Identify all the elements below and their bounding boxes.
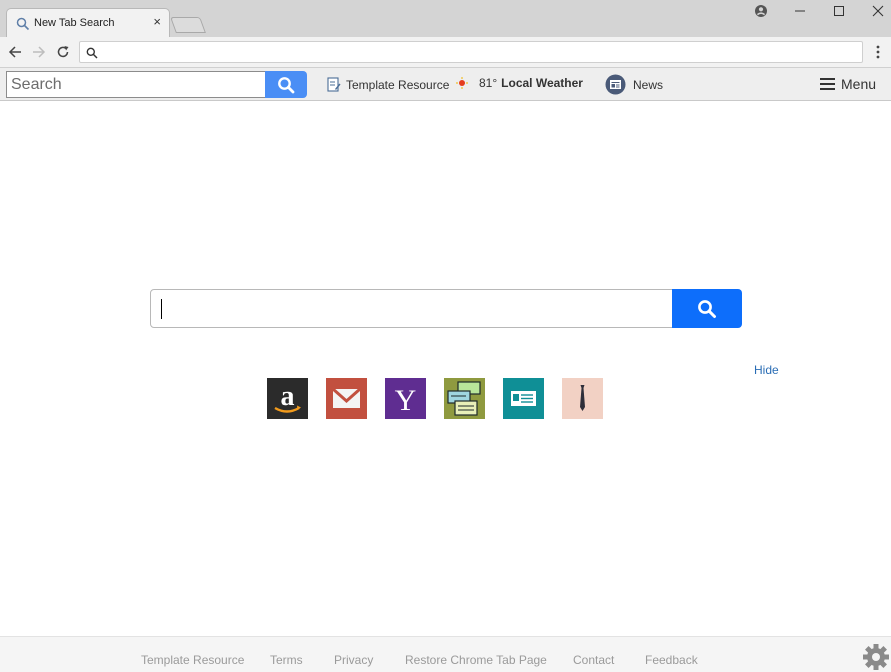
tie-icon [562, 378, 603, 419]
maximize-button[interactable] [829, 2, 849, 20]
search-icon [16, 17, 30, 31]
weather-sun-icon [456, 77, 468, 89]
yahoo-icon: Y [385, 378, 426, 419]
page-footer: Template Resource Terms Privacy Restore … [0, 636, 891, 672]
new-tab-button[interactable] [170, 17, 206, 33]
footer-link-restore-chrome-tab[interactable]: Restore Chrome Tab Page [405, 653, 547, 667]
tile-amazon[interactable]: a [267, 378, 308, 419]
browser-title-bar: New Tab Search × [0, 0, 891, 37]
text-cursor [161, 299, 162, 319]
reload-button[interactable] [54, 43, 72, 61]
menu-label: Menu [841, 76, 877, 92]
minimize-button[interactable] [790, 2, 810, 20]
document-edit-icon [327, 77, 341, 92]
template-resource-label: Template Resource [346, 77, 450, 92]
footer-link-template-resource[interactable]: Template Resource [141, 653, 244, 667]
address-bar[interactable] [79, 41, 863, 63]
toolbar-menu-button[interactable]: Menu [820, 76, 876, 92]
news-icon [605, 74, 626, 95]
footer-link-contact[interactable]: Contact [573, 653, 614, 667]
profile-icon[interactable] [751, 2, 771, 20]
browser-toolbar [0, 37, 891, 68]
svg-text:a: a [281, 381, 295, 412]
search-icon [86, 46, 98, 59]
extension-toolbar: Template Resource 81° Local Weather News… [0, 68, 891, 101]
tile-template[interactable] [444, 378, 485, 419]
footer-link-privacy[interactable]: Privacy [334, 653, 373, 667]
shortcut-tiles: a Y [267, 378, 603, 419]
footer-link-terms[interactable]: Terms [270, 653, 303, 667]
toolbar-search-input[interactable] [6, 71, 266, 98]
local-weather-link[interactable]: 81° Local Weather [456, 76, 583, 90]
hamburger-icon [820, 78, 835, 90]
close-window-button[interactable] [868, 2, 888, 20]
weather-temperature: 81° [479, 76, 498, 90]
forward-button[interactable] [30, 43, 48, 61]
svg-text:Y: Y [395, 384, 417, 417]
search-icon [278, 76, 295, 93]
gmail-icon [326, 378, 367, 419]
id-card-icon [503, 378, 544, 419]
search-icon [698, 299, 716, 318]
tile-gmail[interactable] [326, 378, 367, 419]
amazon-icon: a [267, 378, 308, 419]
tile-contact-card[interactable] [503, 378, 544, 419]
gear-icon[interactable] [862, 643, 890, 671]
main-search-input[interactable] [150, 289, 673, 328]
chrome-menu-icon[interactable] [871, 43, 885, 61]
tab-close-button[interactable]: × [153, 15, 161, 29]
template-resource-link[interactable]: Template Resource [327, 77, 449, 92]
browser-tab[interactable]: New Tab Search × [6, 8, 170, 37]
tab-title: New Tab Search [34, 17, 115, 29]
document-stack-icon [444, 378, 485, 419]
back-button[interactable] [6, 43, 24, 61]
news-link[interactable]: News [605, 74, 663, 95]
main-search-button[interactable] [672, 289, 742, 328]
tile-job[interactable] [562, 378, 603, 419]
hide-tiles-link[interactable]: Hide [754, 363, 779, 377]
weather-label: Local Weather [501, 76, 583, 90]
news-label: News [633, 77, 664, 92]
footer-link-feedback[interactable]: Feedback [645, 653, 698, 667]
toolbar-search-button[interactable] [265, 71, 307, 98]
tile-yahoo[interactable]: Y [385, 378, 426, 419]
